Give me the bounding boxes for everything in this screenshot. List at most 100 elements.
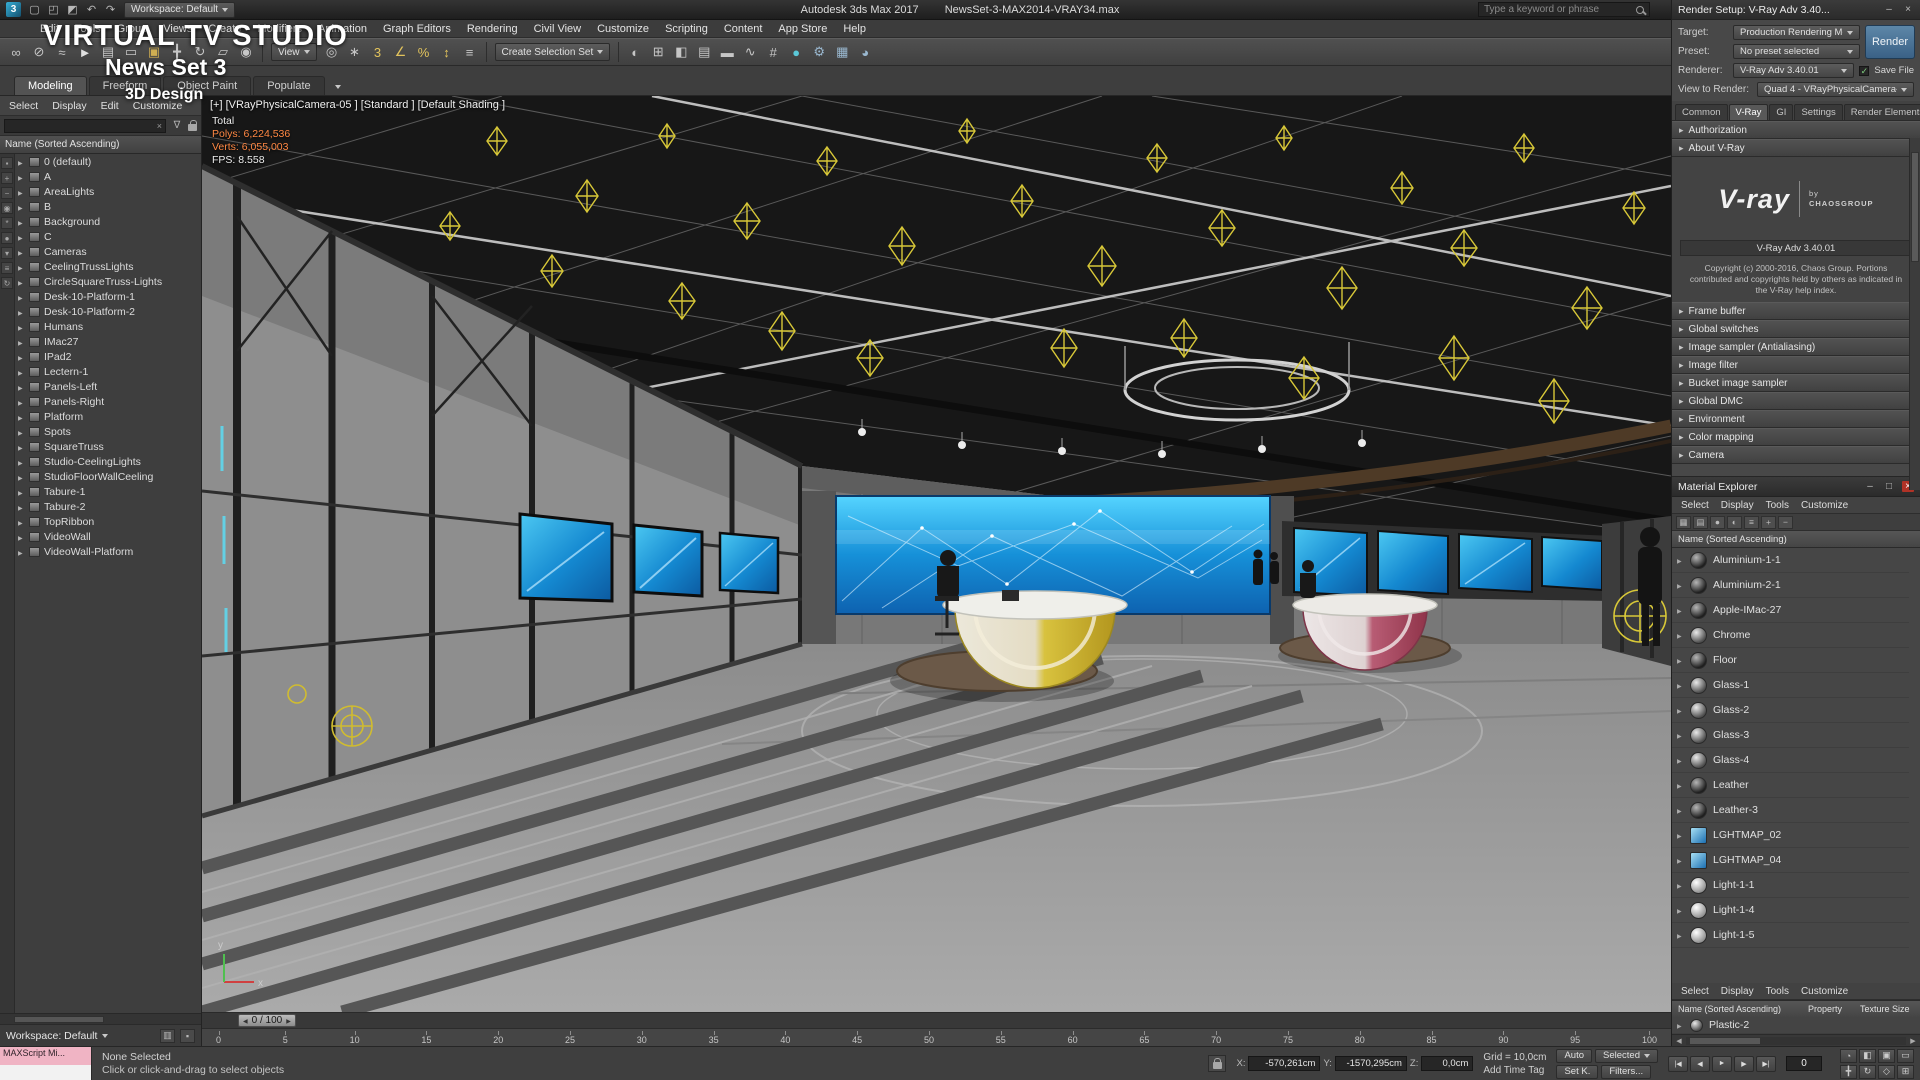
menu-item[interactable]: Content xyxy=(716,23,771,35)
select-and-link-icon[interactable]: ∞ xyxy=(5,41,27,63)
use-pivot-center-icon[interactable]: ◎ xyxy=(321,41,343,63)
z-coordinate-field[interactable]: 0,0cm xyxy=(1421,1056,1473,1071)
named-selection-sets-icon[interactable]: ≡ xyxy=(459,41,481,63)
zoom-all-icon[interactable]: ◧ xyxy=(1859,1049,1876,1063)
expand-arrow-icon[interactable] xyxy=(1677,854,1684,866)
expand-arrow-icon[interactable] xyxy=(1677,754,1684,766)
expand-arrow-icon[interactable] xyxy=(1677,579,1684,591)
expand-arrow-icon[interactable] xyxy=(1677,654,1684,666)
new-file-icon[interactable]: ▢ xyxy=(26,2,43,18)
scene-explorer-toggle-icon[interactable]: ◧ xyxy=(670,41,692,63)
next-frame-arrow-icon[interactable] xyxy=(286,1015,291,1026)
expand-arrow-icon[interactable] xyxy=(18,321,25,333)
material-row[interactable]: Apple-IMac-27 xyxy=(1672,598,1909,623)
expand-arrow-icon[interactable] xyxy=(18,351,25,363)
angle-snap-icon[interactable]: ∠ xyxy=(390,41,412,63)
select-and-place-icon[interactable]: ◉ xyxy=(235,41,257,63)
scene-layer-row[interactable]: CircleSquareTruss-Lights xyxy=(15,274,201,289)
filter-materials-icon[interactable]: ● xyxy=(1710,516,1725,529)
expand-arrow-icon[interactable] xyxy=(18,411,25,423)
material-explorer-menu-item[interactable]: Tools xyxy=(1760,500,1795,511)
scroll-right-icon[interactable]: ▶ xyxy=(1908,1037,1918,1045)
clear-search-icon[interactable]: × xyxy=(157,121,162,131)
expand-arrow-icon[interactable] xyxy=(1677,604,1684,616)
orbit-icon[interactable]: ↻ xyxy=(1859,1065,1876,1079)
rollout-header[interactable]: Image filter xyxy=(1672,356,1920,374)
expand-arrow-icon[interactable] xyxy=(18,201,25,213)
rollout-header[interactable]: Color mapping xyxy=(1672,428,1920,446)
schematic-view-icon[interactable]: # xyxy=(762,41,784,63)
rollout-header[interactable]: Global DMC xyxy=(1672,392,1920,410)
expand-arrow-icon[interactable] xyxy=(1677,804,1684,816)
material-explorer-menu-item[interactable]: Customize xyxy=(1795,986,1854,997)
expand-arrow-icon[interactable] xyxy=(18,186,25,198)
pick-material-icon[interactable]: ● xyxy=(1,232,13,244)
expand-arrow-icon[interactable] xyxy=(1677,929,1684,941)
scene-layer-row[interactable]: B xyxy=(15,199,201,214)
zoom-icon[interactable]: ◔ xyxy=(1840,1049,1857,1063)
current-frame-field[interactable]: 0 xyxy=(1786,1056,1822,1071)
material-row[interactable]: Aluminium-2-1 xyxy=(1672,573,1909,598)
go-to-start-icon[interactable]: |◀ xyxy=(1668,1056,1688,1072)
minimize-icon[interactable]: – xyxy=(1864,481,1876,492)
expand-arrow-icon[interactable] xyxy=(18,336,25,348)
preset-dropdown[interactable]: No preset selected xyxy=(1733,44,1860,59)
property-pane-hscrollbar[interactable]: ◀ ▶ xyxy=(1672,1034,1920,1046)
scene-explorer-menu-item[interactable]: Edit xyxy=(94,100,126,112)
render-setup-tab[interactable]: Common xyxy=(1675,104,1728,120)
menu-item[interactable]: Help xyxy=(835,23,874,35)
rollout-header[interactable]: Environment xyxy=(1672,410,1920,428)
menu-item[interactable]: Tools xyxy=(67,23,109,35)
material-explorer-menu-item[interactable]: Tools xyxy=(1760,986,1795,997)
material-explorer-menu-item[interactable]: Select xyxy=(1675,500,1715,511)
render-production-icon[interactable]: ◕ xyxy=(854,41,876,63)
scene-layer-row[interactable]: C xyxy=(15,229,201,244)
expand-arrow-icon[interactable] xyxy=(18,426,25,438)
previous-frame-icon[interactable]: ◀ xyxy=(1690,1056,1710,1072)
scene-layer-row[interactable]: Cameras xyxy=(15,244,201,259)
list-view-icon[interactable]: ▤ xyxy=(1693,516,1708,529)
rollout-header[interactable]: Global switches xyxy=(1672,320,1920,338)
scene-layer-row[interactable]: VideoWall xyxy=(15,529,201,544)
expand-arrow-icon[interactable] xyxy=(18,291,25,303)
mirror-icon[interactable]: ◐ xyxy=(624,41,646,63)
window-crossing-icon[interactable]: ▣ xyxy=(143,41,165,63)
unlink-selection-icon[interactable]: ⊘ xyxy=(28,41,50,63)
pan-view-icon[interactable]: ╋ xyxy=(1840,1065,1857,1079)
select-and-move-icon[interactable]: ╋ xyxy=(166,41,188,63)
render-setup-tab[interactable]: GI xyxy=(1769,104,1793,120)
add-time-tag-button[interactable]: Add Time Tag xyxy=(1483,1065,1546,1076)
workspace-dropdown[interactable]: Workspace: Default xyxy=(124,2,235,18)
material-row[interactable]: Light-1-5 xyxy=(1672,923,1909,948)
freeze-toggle-icon[interactable]: * xyxy=(1,217,13,229)
expand-arrow-icon[interactable] xyxy=(1677,829,1684,841)
expand-arrow-icon[interactable] xyxy=(1677,554,1684,566)
scene-explorer-column-header[interactable]: Name (Sorted Ascending) xyxy=(0,136,201,154)
material-explorer-menu-item[interactable]: Select xyxy=(1675,986,1715,997)
expand-arrow-icon[interactable] xyxy=(1677,679,1684,691)
scene-layer-row[interactable]: Spots xyxy=(15,424,201,439)
collapse-all-icon[interactable]: − xyxy=(1778,516,1793,529)
redo-icon[interactable]: ↷ xyxy=(102,2,119,18)
scene-explorer-menu-item[interactable]: Customize xyxy=(126,100,190,112)
expand-arrow-icon[interactable] xyxy=(18,261,25,273)
menu-item[interactable]: Views xyxy=(155,23,200,35)
expand-arrow-icon[interactable] xyxy=(1677,704,1684,716)
expand-arrow-icon[interactable] xyxy=(1677,879,1684,891)
y-coordinate-field[interactable]: -1570,295cm xyxy=(1335,1056,1407,1071)
menu-item[interactable]: Edit xyxy=(32,23,67,35)
scene-layer-row[interactable]: Desk-10-Platform-1 xyxy=(15,289,201,304)
select-and-scale-icon[interactable]: ▱ xyxy=(212,41,234,63)
material-row[interactable]: Glass-4 xyxy=(1672,748,1909,773)
viewport-label[interactable]: [+] [VRayPhysicalCamera-05 ] [Standard ]… xyxy=(210,99,505,111)
undo-icon[interactable]: ↶ xyxy=(83,2,100,18)
expand-arrow-icon[interactable] xyxy=(18,546,25,558)
snaps-toggle-icon[interactable]: 3 xyxy=(367,41,389,63)
key-filters-button[interactable]: Filters... xyxy=(1601,1065,1651,1079)
filter-funnel-icon[interactable]: ∇ xyxy=(170,120,184,131)
lock-icon[interactable] xyxy=(188,124,197,131)
menu-item[interactable]: Animation xyxy=(310,23,375,35)
material-explorer-titlebar[interactable]: Material Explorer – □ × xyxy=(1672,477,1920,497)
layer-explorer-toggle-icon[interactable]: ▤ xyxy=(693,41,715,63)
expand-arrow-icon[interactable] xyxy=(18,501,25,513)
